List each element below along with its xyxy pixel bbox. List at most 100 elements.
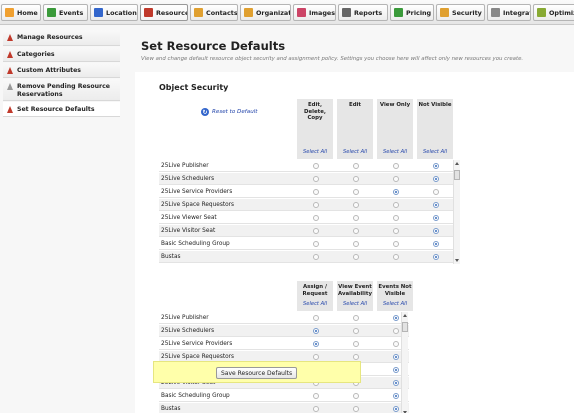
tab-home[interactable]: Home	[1, 4, 41, 21]
select-all-link[interactable]: Select All	[303, 149, 327, 156]
resource-icon	[7, 34, 13, 41]
radio-button[interactable]	[313, 315, 319, 321]
assignment-policy-scrollbar[interactable]	[401, 312, 408, 413]
radio-button[interactable]	[313, 228, 319, 234]
radio-button[interactable]	[353, 176, 359, 182]
select-all-link[interactable]: Select All	[383, 149, 407, 156]
radio-button[interactable]	[393, 393, 399, 399]
radio-button[interactable]	[393, 354, 399, 360]
radio-button[interactable]	[313, 341, 319, 347]
radio-button[interactable]	[433, 163, 439, 169]
radio-button[interactable]	[353, 241, 359, 247]
scroll-thumb[interactable]	[402, 322, 408, 332]
radio-button[interactable]	[313, 163, 319, 169]
radio-button[interactable]	[313, 254, 319, 260]
reset-to-default-link[interactable]: ↻ Reset to Default	[201, 108, 258, 116]
radio-button[interactable]	[433, 202, 439, 208]
scroll-up-icon[interactable]	[403, 314, 407, 317]
table-row: 25Live Publisher	[159, 160, 453, 172]
sidebar-item-categories[interactable]: Categories	[3, 47, 120, 62]
tab-integratio[interactable]: Integratio	[487, 4, 531, 21]
tab-contacts[interactable]: Contacts	[190, 4, 238, 21]
radio-button[interactable]	[393, 176, 399, 182]
select-all-link[interactable]: Select All	[383, 301, 407, 308]
sidebar-item-label: Categories	[17, 51, 55, 58]
radio-button[interactable]	[353, 189, 359, 195]
radio-button[interactable]	[393, 328, 399, 334]
radio-button[interactable]	[353, 406, 359, 412]
select-all-link[interactable]: Select All	[343, 149, 367, 156]
radio-button[interactable]	[353, 215, 359, 221]
radio-button[interactable]	[393, 254, 399, 260]
sidebar-item-set-resource-defaults[interactable]: Set Resource Defaults	[3, 102, 120, 117]
sidebar-item-custom-attributes[interactable]: Custom Attributes	[3, 63, 120, 78]
select-all-link[interactable]: Select All	[343, 301, 367, 308]
scroll-down-icon[interactable]	[455, 259, 459, 262]
tab-label: Images	[309, 8, 336, 17]
radio-button[interactable]	[393, 406, 399, 412]
radio-button[interactable]	[393, 380, 399, 386]
radio-button[interactable]	[393, 189, 399, 195]
tab-reports[interactable]: Reports	[338, 4, 388, 21]
radio-button[interactable]	[393, 367, 399, 373]
scroll-up-icon[interactable]	[455, 162, 459, 165]
tab-pricing[interactable]: Pricing	[390, 4, 434, 21]
radio-button[interactable]	[313, 241, 319, 247]
radio-button[interactable]	[313, 215, 319, 221]
radio-button[interactable]	[433, 254, 439, 260]
radio-button[interactable]	[353, 228, 359, 234]
tab-optimizer[interactable]: Optimizer	[533, 4, 574, 21]
radio-button[interactable]	[313, 354, 319, 360]
tab-events[interactable]: Events	[43, 4, 88, 21]
tab-images[interactable]: Images	[293, 4, 336, 21]
scroll-thumb[interactable]	[454, 170, 460, 180]
radio-button[interactable]	[353, 202, 359, 208]
radio-button[interactable]	[313, 176, 319, 182]
sidebar-item-manage-resources[interactable]: Manage Resources	[3, 30, 120, 46]
radio-button[interactable]	[313, 328, 319, 334]
tab-resources[interactable]: Resources	[140, 4, 188, 21]
radio-button[interactable]	[353, 254, 359, 260]
resource-icon	[7, 51, 13, 58]
radio-button[interactable]	[353, 393, 359, 399]
row-group-name: 25Live Schedulers	[161, 176, 215, 182]
save-resource-defaults-button[interactable]: Save Resource Defaults	[216, 367, 298, 379]
sidebar-item-remove-pending-resource-reservations[interactable]: Remove Pending Resource Reservations	[3, 79, 120, 101]
select-all-link[interactable]: Select All	[303, 301, 327, 308]
table-row: 25Live Publisher	[159, 312, 409, 324]
radio-button[interactable]	[393, 241, 399, 247]
radio-button[interactable]	[393, 202, 399, 208]
radio-button[interactable]	[353, 163, 359, 169]
radio-button[interactable]	[393, 315, 399, 321]
column-header-view-event-availability: View Event Availability Select All	[336, 280, 374, 312]
column-header-edit-delete-copy: Edit, Delete, Copy Select All	[296, 98, 334, 160]
tab-locations[interactable]: Locations	[90, 4, 138, 21]
radio-button[interactable]	[433, 189, 439, 195]
radio-button[interactable]	[393, 341, 399, 347]
radio-button[interactable]	[313, 202, 319, 208]
radio-button[interactable]	[353, 328, 359, 334]
radio-button[interactable]	[433, 215, 439, 221]
radio-button[interactable]	[393, 215, 399, 221]
column-header-label: Edit, Delete, Copy	[304, 102, 326, 122]
radio-button[interactable]	[433, 176, 439, 182]
resources-icon	[144, 8, 153, 17]
resource-icon	[7, 106, 13, 113]
radio-button[interactable]	[313, 189, 319, 195]
column-header-label: Edit	[349, 102, 361, 108]
radio-button[interactable]	[433, 228, 439, 234]
radio-button[interactable]	[393, 163, 399, 169]
tab-organizati[interactable]: Organizati	[240, 4, 291, 21]
radio-button[interactable]	[433, 241, 439, 247]
tab-label: Pricing	[406, 8, 432, 17]
radio-button[interactable]	[313, 393, 319, 399]
radio-button[interactable]	[393, 228, 399, 234]
radio-button[interactable]	[313, 406, 319, 412]
radio-button[interactable]	[353, 315, 359, 321]
tab-security[interactable]: Security	[436, 4, 485, 21]
select-all-link[interactable]: Select All	[423, 149, 447, 156]
object-security-scrollbar[interactable]	[453, 160, 460, 264]
radio-button[interactable]	[353, 354, 359, 360]
radio-button[interactable]	[353, 341, 359, 347]
column-header-label: Events Not Visible	[378, 284, 412, 297]
